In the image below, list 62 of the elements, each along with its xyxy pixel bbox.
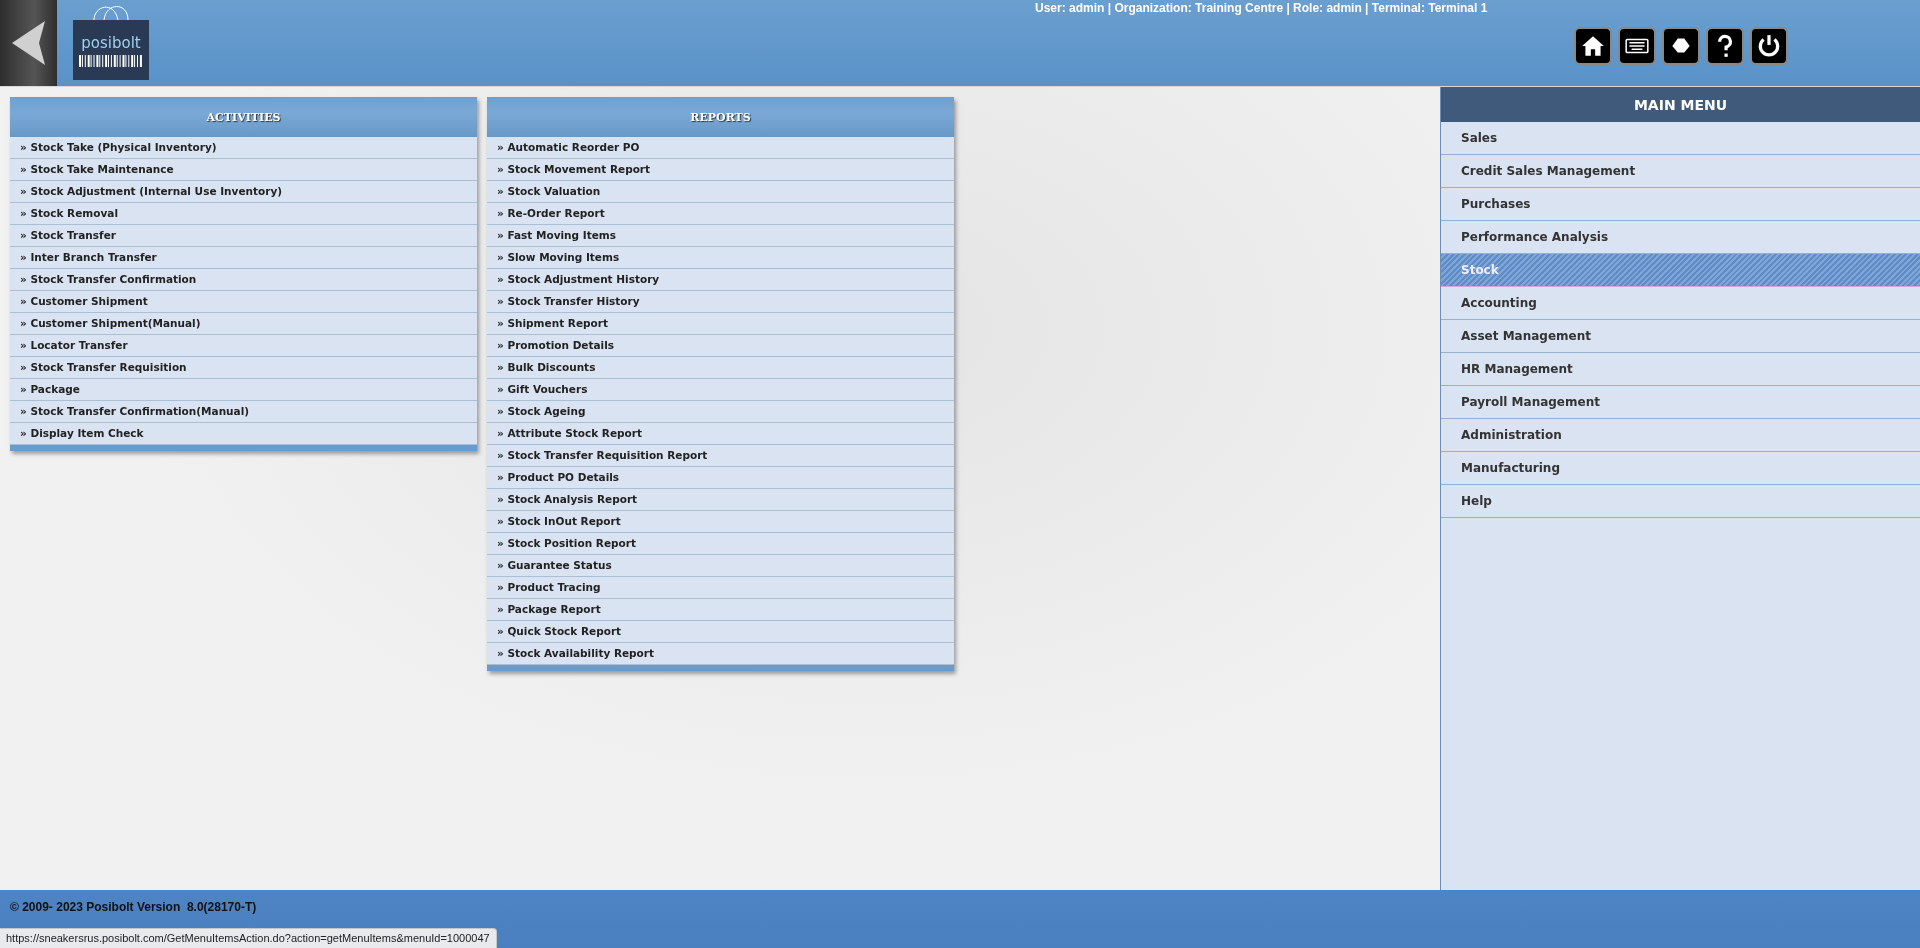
menu-link[interactable]: » Stock Transfer Confirmation(Manual) (10, 401, 477, 423)
menu-link[interactable]: » Display Item Check (10, 423, 477, 445)
main-menu-title: MAIN MENU (1441, 87, 1920, 122)
menu-link[interactable]: » Customer Shipment(Manual) (10, 313, 477, 335)
status-url: https://sneakersrus.posibolt.com/GetMenuItemsAction.do?action=getMenuItems&menuId=1000047 (0, 928, 497, 948)
menu-link[interactable]: » Stock Take (Physical Inventory) (10, 137, 477, 159)
main-menu-item[interactable]: Credit Sales Management (1441, 155, 1920, 188)
menu-link[interactable]: » Stock Adjustment (Internal Use Inventory) (10, 181, 477, 203)
menu-link[interactable]: » Gift Vouchers (487, 379, 954, 401)
panel-title: REPORTS (487, 97, 954, 137)
menu-link[interactable]: » Quick Stock Report (487, 621, 954, 643)
user-info-text: User: admin | Organization: Training Centre | Role: admin | Terminal: Terminal 1 (1035, 1, 1488, 15)
main-menu-item[interactable]: Purchases (1441, 188, 1920, 221)
main-menu-item[interactable]: Help (1441, 485, 1920, 518)
menu-link[interactable]: » Product Tracing (487, 577, 954, 599)
menu-link[interactable]: » Stock Position Report (487, 533, 954, 555)
menu-link[interactable]: » Attribute Stock Report (487, 423, 954, 445)
menu-link[interactable]: » Stock Take Maintenance (10, 159, 477, 181)
menu-link[interactable]: » Bulk Discounts (487, 357, 954, 379)
menu-link[interactable]: » Stock Transfer History (487, 291, 954, 313)
menu-link[interactable]: » Package Report (487, 599, 954, 621)
panel-title: ACTIVITIES (10, 97, 477, 137)
menu-link[interactable]: » Stock Transfer Confirmation (10, 269, 477, 291)
menu-link[interactable]: » Stock Transfer Requisition (10, 357, 477, 379)
menu-link[interactable]: » Fast Moving Items (487, 225, 954, 247)
keyboard-button[interactable] (1618, 27, 1656, 65)
menu-link[interactable]: » Promotion Details (487, 335, 954, 357)
menu-link[interactable]: » Stock Adjustment History (487, 269, 954, 291)
menu-link[interactable]: » Stock Availability Report (487, 643, 954, 665)
menu-link[interactable]: » Inter Branch Transfer (10, 247, 477, 269)
menu-link[interactable]: » Stock Transfer (10, 225, 477, 247)
main-menu-item[interactable]: Manufacturing (1441, 452, 1920, 485)
main-menu-item[interactable]: Asset Management (1441, 320, 1920, 353)
copyright-text: © 2009- 2023 Posibolt Version 8.0(28170-T) (10, 900, 257, 914)
menu-link[interactable]: » Customer Shipment (10, 291, 477, 313)
logo-text: posibolt (81, 33, 141, 52)
main-menu-item[interactable]: Payroll Management (1441, 386, 1920, 419)
back-button[interactable] (0, 0, 57, 86)
menu-link[interactable]: » Guarantee Status (487, 555, 954, 577)
menu-link[interactable]: » Stock Transfer Requisition Report (487, 445, 954, 467)
menu-link[interactable]: » Stock Removal (10, 203, 477, 225)
menu-link[interactable]: » Shipment Report (487, 313, 954, 335)
menu-link[interactable]: » Stock Ageing (487, 401, 954, 423)
help-button[interactable] (1706, 27, 1744, 65)
menu-link[interactable]: » Automatic Reorder PO (487, 137, 954, 159)
menu-link[interactable]: » Package (10, 379, 477, 401)
home-button[interactable] (1574, 27, 1612, 65)
main-menu-item[interactable]: HR Management (1441, 353, 1920, 386)
power-button[interactable] (1750, 27, 1788, 65)
menu-link[interactable]: » Stock Valuation (487, 181, 954, 203)
menu-link[interactable]: » Re-Order Report (487, 203, 954, 225)
main-menu-item[interactable]: Administration (1441, 419, 1920, 452)
main-menu-item[interactable]: Sales (1441, 122, 1920, 155)
menu-link[interactable]: » Stock InOut Report (487, 511, 954, 533)
menu-link[interactable]: » Stock Analysis Report (487, 489, 954, 511)
menu-link[interactable]: » Product PO Details (487, 467, 954, 489)
menu-link[interactable]: » Slow Moving Items (487, 247, 954, 269)
main-menu-item[interactable]: Accounting (1441, 287, 1920, 320)
barcode-icon (79, 54, 143, 67)
menu-link[interactable]: » Locator Transfer (10, 335, 477, 357)
menu-link[interactable]: » Stock Movement Report (487, 159, 954, 181)
power-icon (1756, 33, 1782, 59)
